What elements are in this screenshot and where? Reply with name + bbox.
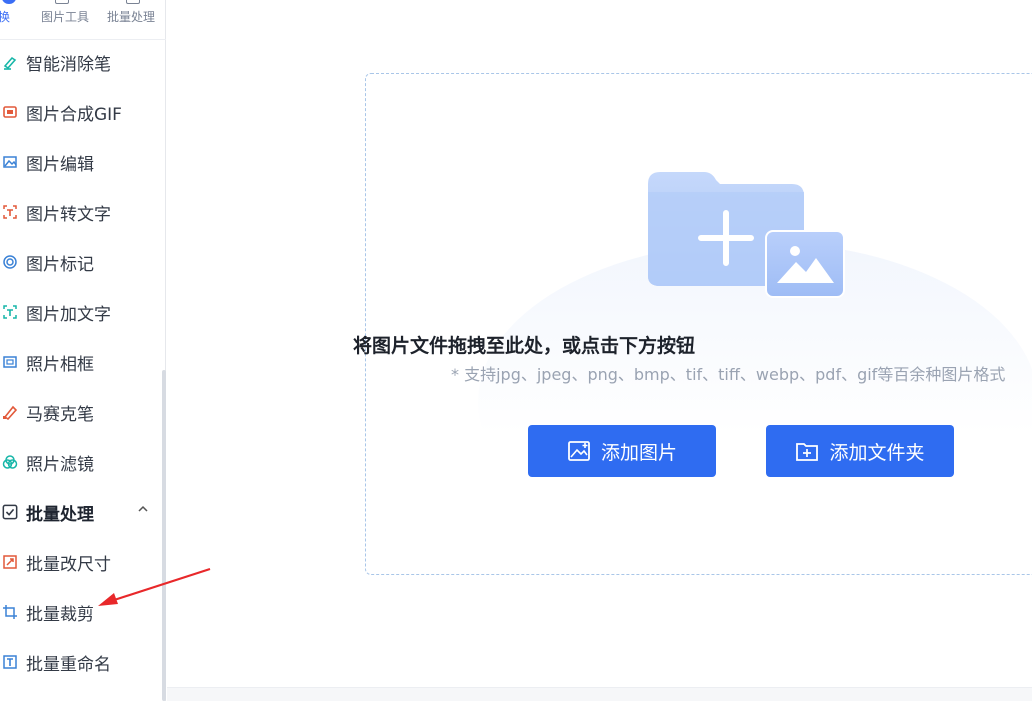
crop-icon xyxy=(2,604,18,620)
sidebar-item-image-to-text[interactable]: 图片转文字 xyxy=(0,187,166,237)
convert-icon xyxy=(2,0,16,4)
add-text-icon xyxy=(2,304,18,320)
drop-zone-title: 将图片文件拖拽至此处，或点击下方按钮 xyxy=(352,335,695,357)
sidebar-item-gif[interactable]: 图片合成GIF xyxy=(0,87,166,137)
resize-icon xyxy=(2,554,18,570)
bottom-bar xyxy=(167,687,1032,701)
sidebar-item-mosaic-pen[interactable]: 马赛克笔 xyxy=(0,387,166,437)
sidebar-item-eraser-pen[interactable]: 智能消除笔 xyxy=(0,37,166,87)
mosaic-pen-icon xyxy=(2,404,18,420)
topnav-convert-label: 转换 xyxy=(0,10,11,24)
folder-add-icon xyxy=(795,440,819,462)
add-image-label: 添加图片 xyxy=(600,441,677,464)
app-window: 转换 图片工具 批量处理 智能消除笔 图片合成GI xyxy=(0,0,1032,701)
add-folder-button[interactable]: 添加文件夹 xyxy=(766,425,954,477)
rename-icon xyxy=(2,654,18,670)
sidebar-group-label: 批量处理 xyxy=(26,504,94,525)
sidebar-item-filter[interactable]: 照片滤镜 xyxy=(0,437,166,487)
add-image-button[interactable]: 添加图片 xyxy=(528,425,716,477)
drop-zone[interactable] xyxy=(365,73,1032,575)
sidebar-item-label: 批量裁剪 xyxy=(26,604,94,625)
sidebar-item-label: 马赛克笔 xyxy=(26,404,94,425)
sidebar-item-image-mark[interactable]: 图片标记 xyxy=(0,237,166,287)
sidebar-item-label: 批量重命名 xyxy=(26,654,111,675)
sidebar-scrollbar[interactable] xyxy=(162,370,166,701)
image-edit-icon xyxy=(2,154,18,170)
topnav-image-tools-label: 图片工具 xyxy=(41,10,90,24)
sidebar-item-label: 智能消除笔 xyxy=(26,54,111,75)
sidebar-item-add-text[interactable]: 图片加文字 xyxy=(0,287,166,337)
drop-zone-subtitle: * 支持jpg、jpeg、png、bmp、tif、tiff、webp、pdf、g… xyxy=(451,365,1006,384)
chevron-up-icon[interactable] xyxy=(137,503,149,518)
batch-check-icon xyxy=(2,504,18,520)
folder-image-illustration xyxy=(648,172,845,298)
eraser-pen-icon xyxy=(2,54,18,70)
filter-icon xyxy=(2,454,18,470)
image-add-icon xyxy=(567,440,591,462)
image-mark-icon xyxy=(2,254,18,270)
sidebar-item-label: 图片编辑 xyxy=(26,154,94,175)
sidebar-item-label: 图片加文字 xyxy=(26,304,111,325)
red-arrow-annotation xyxy=(98,567,211,606)
sidebar-item-label: 图片转文字 xyxy=(26,204,111,225)
sidebar-item-image-edit[interactable]: 图片编辑 xyxy=(0,137,166,187)
sidebar-group-batch[interactable]: 批量处理 xyxy=(0,487,166,537)
batch-icon xyxy=(126,0,140,4)
sidebar-item-label: 图片合成GIF xyxy=(26,104,122,125)
add-folder-label: 添加文件夹 xyxy=(829,441,925,464)
sidebar-item-label: 图片标记 xyxy=(26,254,94,275)
sidebar-item-label: 照片滤镜 xyxy=(26,454,94,475)
topnav-batch-label: 批量处理 xyxy=(107,10,156,24)
image-tools-icon xyxy=(55,0,69,4)
image-to-text-icon xyxy=(2,204,18,220)
sidebar-item-batch-rename[interactable]: 批量重命名 xyxy=(0,637,166,687)
top-nav: 转换 图片工具 批量处理 xyxy=(0,0,166,40)
gif-icon xyxy=(2,104,18,120)
